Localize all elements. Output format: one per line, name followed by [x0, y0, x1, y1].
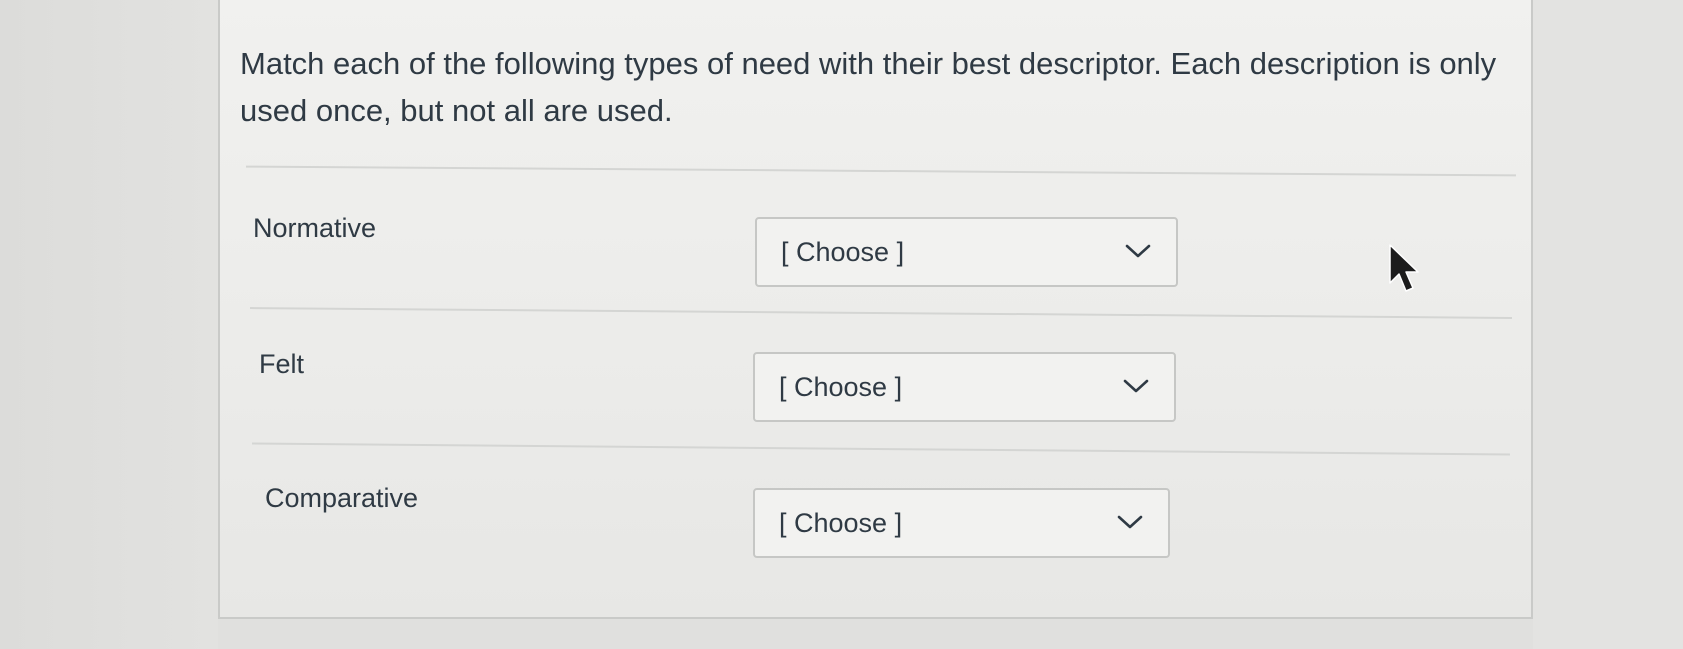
mouse-cursor-icon [1389, 244, 1419, 292]
divider [246, 165, 1516, 177]
dropdown-value: [ Choose ] [779, 372, 903, 402]
match-label: Felt [259, 349, 305, 379]
chevron-down-icon [1123, 379, 1149, 393]
answer-dropdown-normative[interactable]: [ Choose ] [755, 217, 1178, 287]
answer-dropdown-comparative[interactable]: [ Choose ] [753, 488, 1170, 558]
divider [252, 442, 1510, 456]
background-left [0, 0, 218, 649]
match-label: Normative [253, 213, 377, 243]
question-card: Match each of the following types of nee… [218, 0, 1533, 619]
dropdown-value: [ Choose ] [781, 237, 905, 267]
dropdown-value: [ Choose ] [779, 508, 903, 538]
background-bottom [218, 619, 1533, 649]
background-right [1533, 0, 1683, 649]
chevron-down-icon [1117, 515, 1143, 529]
divider [250, 307, 1512, 319]
answer-dropdown-felt[interactable]: [ Choose ] [753, 352, 1176, 422]
match-label: Comparative [265, 483, 419, 513]
chevron-down-icon [1125, 244, 1151, 258]
match-row-comparative: Comparative [ Choose ] [220, 0, 1531, 558]
